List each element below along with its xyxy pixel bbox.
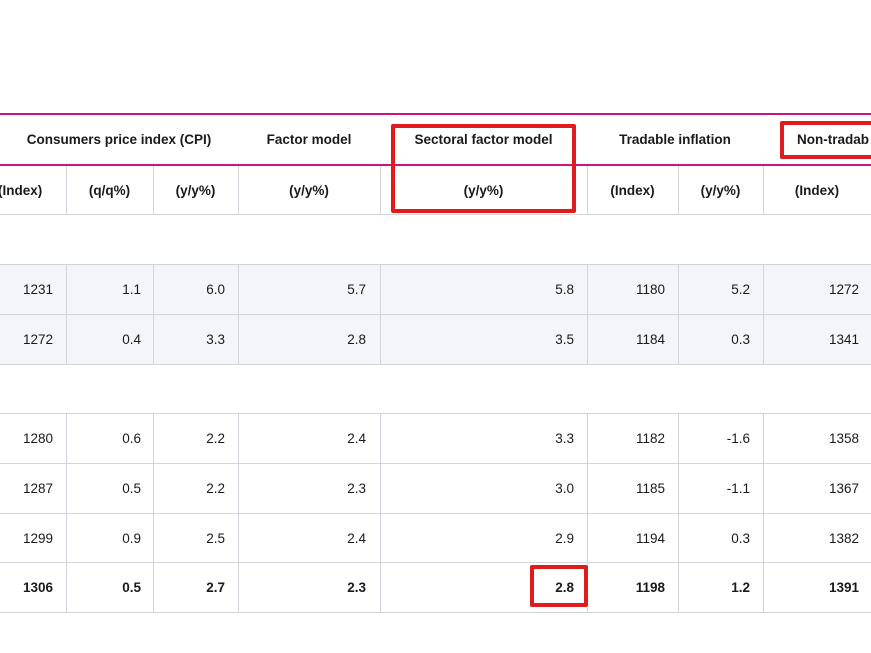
- cell-sectoral-yy: 3.0: [555, 481, 574, 496]
- cell-tradable-yy: 0.3: [731, 530, 750, 546]
- cell-factor-yy: 2.8: [347, 332, 366, 347]
- column-divider: [238, 166, 239, 214]
- column-divider: [763, 166, 764, 214]
- cell-tradable-index: 1180: [635, 282, 665, 297]
- cell-cpi-index: 1280: [22, 431, 53, 446]
- row-divider: [0, 364, 871, 365]
- cell-sectoral-yy: 5.8: [555, 282, 574, 297]
- highlight-box-nontradable-header: [780, 121, 871, 159]
- column-divider: [678, 166, 679, 214]
- cell-tradable-index: 1185: [635, 481, 665, 496]
- cell-sectoral-yy: 2.9: [555, 530, 574, 546]
- cell-factor-yy: 5.7: [347, 282, 366, 297]
- row-divider: [0, 612, 871, 613]
- cell-tradable-yy: -1.1: [726, 481, 750, 496]
- subheader-cpi-yy: (y/y%): [175, 182, 216, 198]
- subheader-cpi-qq: (q/q%): [88, 182, 131, 198]
- cell-nontradable-index: 1367: [828, 481, 859, 496]
- cell-cpi-index: 1306: [22, 580, 53, 595]
- cell-cpi-qq: 0.6: [122, 431, 141, 446]
- cell-factor-yy: 2.4: [347, 431, 366, 446]
- cell-tradable-yy: -1.6: [726, 431, 750, 446]
- cell-cpi-yy: 6.0: [206, 282, 225, 297]
- cell-tradable-yy: 1.2: [731, 580, 750, 595]
- cell-cpi-yy: 2.5: [206, 530, 225, 546]
- header-factor-model: Factor model: [266, 132, 352, 147]
- header-cpi: Consumers price index (CPI): [26, 132, 212, 147]
- cell-factor-yy: 2.3: [347, 481, 366, 496]
- subheader-tradable-yy: (y/y%): [700, 182, 741, 198]
- cell-cpi-yy: 3.3: [206, 332, 225, 347]
- subheader-cpi-index: (Index): [0, 182, 43, 198]
- highlight-box-sectoral-header: [391, 124, 576, 213]
- cell-tradable-yy: 5.2: [731, 282, 750, 297]
- subheader-factor-yy: (y/y%): [289, 182, 329, 198]
- column-divider: [587, 166, 588, 214]
- cell-cpi-index: 1272: [22, 332, 53, 347]
- cell-cpi-yy: 2.2: [206, 481, 225, 496]
- cell-tradable-index: 1184: [635, 332, 665, 347]
- cell-nontradable-index: 1382: [828, 530, 859, 546]
- cell-tradable-yy: 0.3: [731, 332, 750, 347]
- subheader-nontradable-index: (Index): [794, 182, 840, 198]
- cell-cpi-yy: 2.7: [206, 580, 225, 595]
- cell-cpi-qq: 0.5: [122, 580, 141, 595]
- subheader-tradable-index: (Index): [610, 182, 655, 198]
- cell-cpi-qq: 0.4: [122, 332, 141, 347]
- cell-sectoral-yy: 3.3: [555, 431, 574, 446]
- cell-factor-yy: 2.4: [347, 530, 366, 546]
- cell-cpi-yy: 2.2: [206, 431, 225, 446]
- cell-tradable-index: 1182: [635, 431, 665, 446]
- header-tradable-inflation: Tradable inflation: [619, 132, 731, 147]
- cell-tradable-index: 1198: [635, 580, 665, 595]
- column-divider: [66, 166, 67, 214]
- cell-factor-yy: 2.3: [347, 580, 366, 595]
- cell-cpi-index: 1287: [22, 481, 53, 496]
- cell-cpi-index: 1231: [22, 282, 53, 297]
- cell-cpi-index: 1299: [22, 530, 53, 546]
- column-divider: [380, 166, 381, 214]
- cell-nontradable-index: 1272: [828, 282, 859, 297]
- column-divider: [153, 166, 154, 214]
- cell-nontradable-index: 1341: [828, 332, 859, 347]
- cell-cpi-qq: 0.5: [122, 481, 141, 496]
- cell-nontradable-index: 1358: [828, 431, 859, 446]
- row-divider: [0, 214, 871, 215]
- cell-cpi-qq: 0.9: [122, 530, 141, 546]
- cell-sectoral-yy: 3.5: [555, 332, 574, 347]
- cell-tradable-index: 1194: [635, 530, 665, 546]
- highlight-box-sectoral-value: [530, 565, 588, 607]
- cell-nontradable-index: 1391: [828, 580, 859, 595]
- cell-cpi-qq: 1.1: [122, 282, 141, 297]
